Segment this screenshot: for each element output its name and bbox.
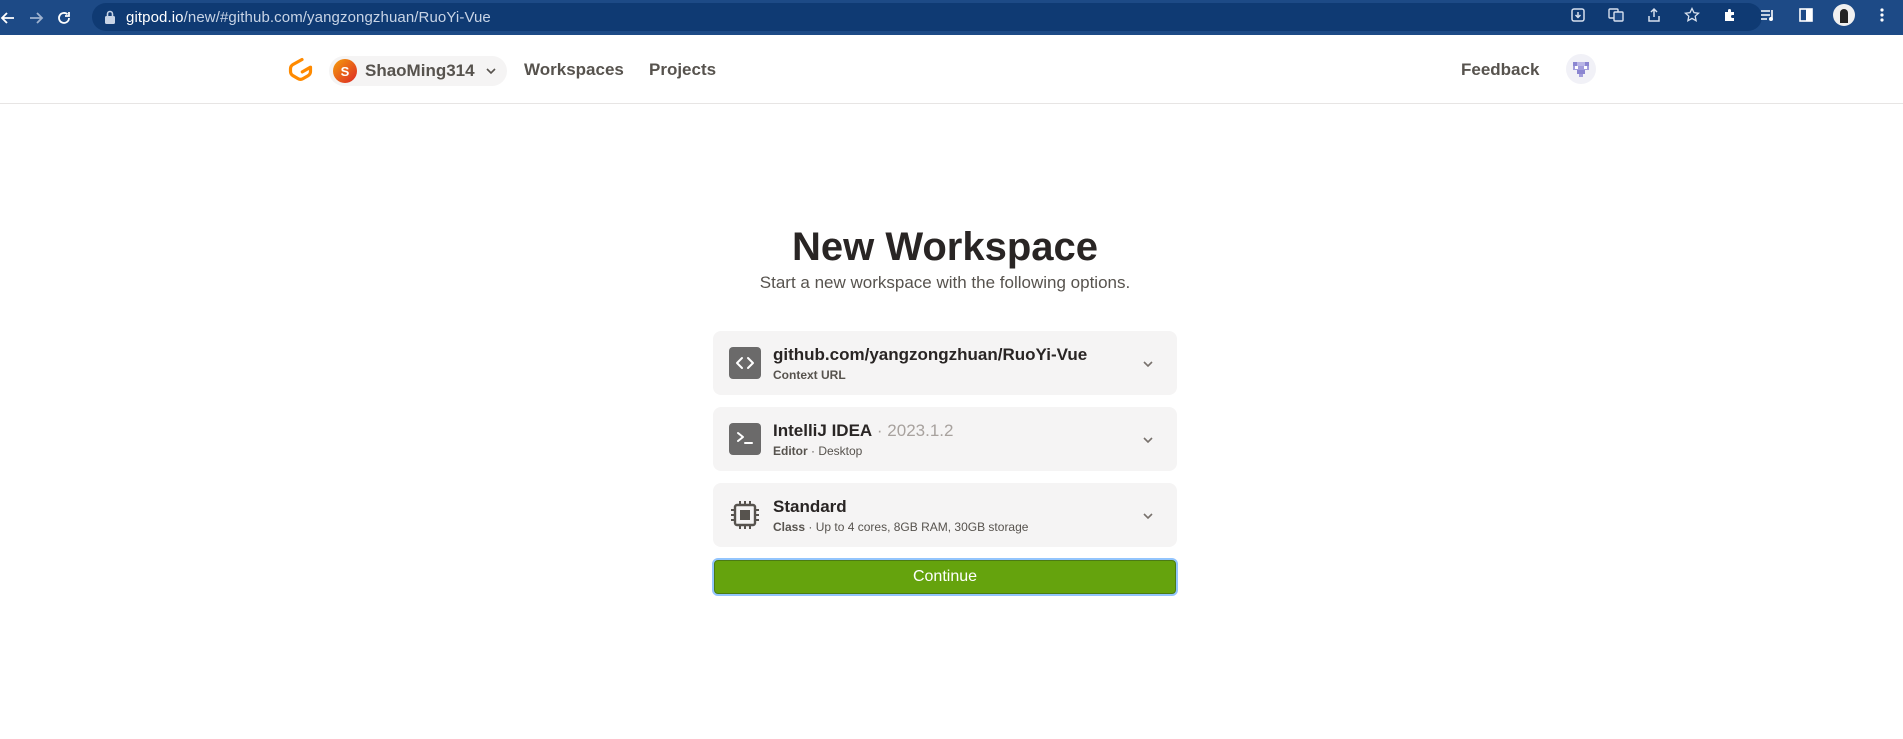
url-path: /new/#github.com/yangzongzhuan/RuoYi-Vue (183, 8, 491, 26)
url-host: gitpod.io (126, 8, 184, 26)
profile-avatar[interactable] (1833, 4, 1855, 26)
lock-icon (105, 10, 115, 24)
cpu-icon (731, 501, 759, 529)
workspace-class-selector[interactable]: Standard Class · Up to 4 cores, 8GB RAM,… (713, 483, 1177, 547)
continue-button[interactable]: Continue (712, 558, 1178, 596)
workspace-class-label: Class · Up to 4 cores, 8GB RAM, 30GB sto… (773, 520, 1029, 534)
extensions-icon[interactable] (1719, 4, 1741, 26)
more-menu-icon[interactable] (1871, 4, 1893, 26)
chevron-down-icon (486, 68, 496, 75)
org-name: ShaoMing314 (365, 61, 475, 80)
feedback-link[interactable]: Feedback (1461, 60, 1539, 80)
reload-icon[interactable] (50, 4, 78, 32)
nav-projects[interactable]: Projects (649, 60, 716, 80)
chevron-down-icon (1143, 513, 1153, 520)
context-url-selector[interactable]: github.com/yangzongzhuan/RuoYi-Vue Conte… (713, 331, 1177, 395)
context-url-label: Context URL (773, 368, 846, 382)
toolbar-icons (1567, 4, 1893, 26)
chevron-down-icon (1143, 361, 1153, 368)
org-avatar: S (333, 59, 357, 83)
chevron-down-icon (1143, 437, 1153, 444)
editor-label: Editor · Desktop (773, 444, 863, 458)
url-text: gitpod.io/new/#github.com/yangzongzhuan/… (126, 9, 491, 26)
side-panel-icon[interactable] (1795, 4, 1817, 26)
translate-icon[interactable] (1605, 4, 1627, 26)
back-icon[interactable] (0, 4, 22, 32)
code-icon (729, 347, 761, 379)
reading-list-icon[interactable] (1757, 4, 1779, 26)
user-avatar[interactable] (1566, 54, 1596, 84)
nav-workspaces[interactable]: Workspaces (524, 60, 624, 80)
editor-selector[interactable]: IntelliJ IDEA · 2023.1.2 Editor · Deskto… (713, 407, 1177, 471)
terminal-icon (729, 423, 761, 455)
bookmark-star-icon[interactable] (1681, 4, 1703, 26)
gitpod-logo-icon[interactable] (287, 57, 313, 83)
workspace-class-value: Standard (773, 497, 847, 516)
editor-value: IntelliJ IDEA · 2023.1.2 (773, 421, 954, 440)
page-subtitle: Start a new workspace with the following… (759, 273, 1131, 292)
install-icon[interactable] (1567, 4, 1589, 26)
share-icon[interactable] (1643, 4, 1665, 26)
org-switcher[interactable]: S ShaoMing314 (329, 56, 507, 86)
app-header: S ShaoMing314 Workspaces Projects Feedba… (0, 35, 1903, 104)
address-bar[interactable]: gitpod.io/new/#github.com/yangzongzhuan/… (92, 3, 1762, 31)
page-title: New Workspace (791, 225, 1099, 269)
forward-icon[interactable] (22, 4, 50, 32)
browser-toolbar: gitpod.io/new/#github.com/yangzongzhuan/… (0, 0, 1903, 35)
context-url-value: github.com/yangzongzhuan/RuoYi-Vue (773, 345, 1088, 364)
